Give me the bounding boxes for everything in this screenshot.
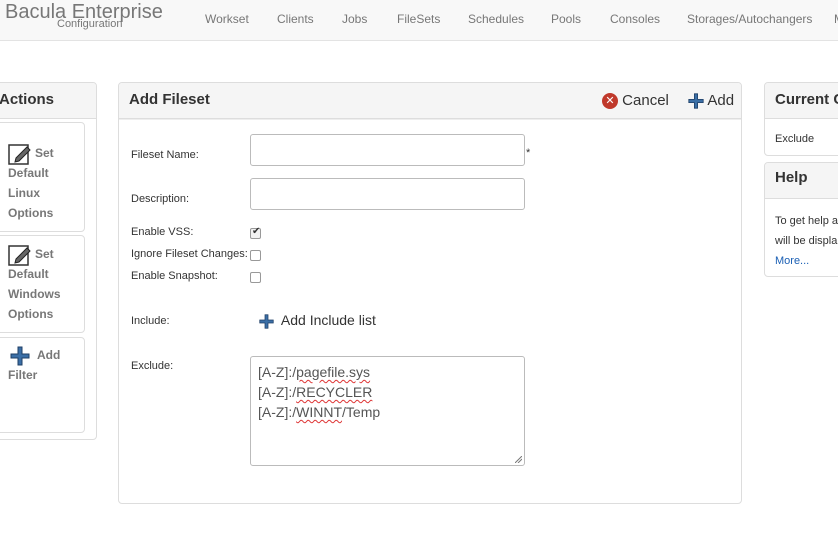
help-panel-header: Help [765,163,838,199]
cancel-label: Cancel [622,92,669,109]
action-windows-box: Set Default Windows Options [0,235,85,333]
action-linux-box: Set Default Linux Options [0,122,85,232]
action-line: Set [35,146,54,160]
include-label: Include: [131,315,170,327]
check-icon: ✔ [252,226,261,237]
form-body: Fileset Name: * Description: Enable VSS:… [119,119,741,503]
action-line: Default [8,267,49,281]
cancel-button[interactable]: ✕ Cancel [602,92,669,110]
action-line: Windows [8,287,61,301]
action-line: Options [8,206,54,220]
add-fileset-header: Add Fileset ✕ Cancel Add [119,83,741,119]
current-panel: Current C Exclude [764,82,838,156]
plus-icon [10,346,30,366]
enable-vss-checkbox[interactable]: ✔ [250,226,261,239]
cancel-icon: ✕ [602,93,618,110]
exclude-line: [A-Z]:/RECYCLER [258,384,373,400]
action-line: Filter [8,368,38,382]
exclude-textarea[interactable]: [A-Z]:/pagefile.sys [A-Z]:/RECYCLER [A-Z… [250,356,525,466]
description-input[interactable] [250,178,525,210]
add-include-list-label: Add Include list [280,312,376,328]
action-line: Add [37,348,61,362]
resize-grip-icon[interactable] [515,456,522,463]
nav-consoles[interactable]: Consoles [610,12,660,26]
current-title: Current C [775,91,838,108]
enable-snapshot-label: Enable Snapshot: [131,270,218,282]
enable-vss-label: Enable VSS: [131,226,194,238]
nav-schedules[interactable]: Schedules [468,12,524,26]
plus-icon [259,314,274,329]
action-line: Options [8,307,54,321]
add-label: Add [707,92,735,109]
exclude-label: Exclude: [131,360,174,372]
nav-filesets[interactable]: FileSets [397,12,440,26]
add-filter-button[interactable]: Add Filter [8,345,60,385]
plus-icon [688,93,704,109]
current-panel-header: Current C [765,83,838,119]
edit-icon [8,144,31,165]
brand[interactable]: Bacula Enterprise Configuration [5,0,163,30]
action-line: Linux [8,186,40,200]
actions-title: Actions [0,91,55,108]
required-mark: * [526,147,531,159]
edit-icon [8,245,31,266]
help-text-line: will be displa [775,235,838,247]
nav-workset[interactable]: Workset [205,12,249,26]
current-exclude-item[interactable]: Exclude [775,133,814,145]
action-line: Set [35,247,54,261]
set-default-linux-options-button[interactable]: Set Default Linux Options [8,143,54,223]
action-line: Default [8,166,49,180]
help-panel: Help To get help a will be displa More..… [764,162,838,277]
nav-clients[interactable]: Clients [277,12,314,26]
exclude-line: [A-Z]:/WINNT/Temp [258,404,381,420]
enable-snapshot-checkbox[interactable] [250,272,261,283]
brand-subtitle: Configuration [57,18,123,30]
top-navbar: Bacula Enterprise Configuration Workset … [0,0,838,41]
fileset-name-input[interactable] [250,134,525,166]
ignore-fileset-changes-checkbox[interactable] [250,250,261,261]
help-more-link[interactable]: More... [775,255,809,267]
set-default-windows-options-button[interactable]: Set Default Windows Options [8,244,61,324]
nav-storages-autochangers[interactable]: Storages/Autochangers [687,12,812,26]
fileset-name-label: Fileset Name: [131,149,199,161]
add-fileset-title: Add Fileset [129,91,210,108]
actions-panel: Actions Set Default Linux Options Set De… [0,82,97,440]
description-label: Description: [131,193,190,205]
actions-panel-header: Actions [0,83,96,119]
add-include-list-button[interactable]: Add Include list [259,312,376,329]
ignore-fileset-changes-label: Ignore Fileset Changes: [131,248,248,260]
nav-pools[interactable]: Pools [551,12,581,26]
add-button[interactable]: Add [688,92,734,109]
exclude-line: [A-Z]:/pagefile.sys [258,364,371,380]
help-text-line: To get help a [775,215,838,227]
nav-jobs[interactable]: Jobs [342,12,367,26]
action-filter-box: Add Filter [0,337,85,433]
add-fileset-panel: Add Fileset ✕ Cancel Add Fileset Name: *… [118,82,742,504]
help-title: Help [775,169,808,186]
nav-more[interactable]: M [834,12,838,26]
